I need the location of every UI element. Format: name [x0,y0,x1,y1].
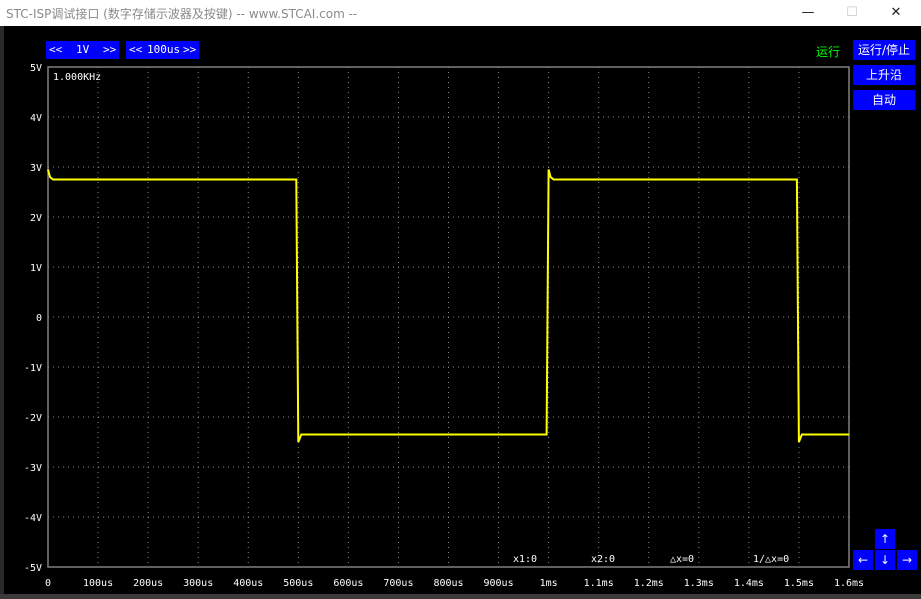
y-tick-label: 0 [36,313,42,324]
x-tick-label: 600us [333,578,363,589]
y-tick-label: -5V [24,563,42,574]
x-tick-label: 1.2ms [634,578,664,589]
inverse-delta-x-readout: 1/△x=0 [753,554,789,565]
x-tick-label: 1.1ms [584,578,614,589]
y-tick-label: 2V [30,213,42,224]
y-tick-label: 3V [30,163,42,174]
grid [48,67,849,567]
cursor-x2-readout: x2:0 [591,554,615,565]
y-axis-ticks: 5V 4V 3V 2V 1V 0 -1V -2V -3V -4V -5V [24,63,42,574]
x-axis-ticks: 0 100us 200us 300us 400us 500us 600us 700us 800u… [45,578,864,589]
x-tick-label: 1ms [540,578,558,589]
x-tick-label: 200us [133,578,163,589]
x-tick-label: 500us [283,578,313,589]
waveform-trace [47,169,849,443]
x-tick-label: 400us [233,578,263,589]
x-tick-label: 0 [45,578,51,589]
oscilloscope-display: 5V 4V 3V 2V 1V 0 -1V -2V -3V -4V -5V 0 100us 200us 30… [24,63,864,589]
x-tick-label: 1.5ms [784,578,814,589]
y-tick-label: 1V [30,263,42,274]
x-tick-label: 900us [484,578,514,589]
x-tick-label: 1.6ms [834,578,864,589]
y-tick-label: -2V [24,413,42,424]
x-tick-label: 700us [383,578,413,589]
y-tick-label: 4V [30,113,42,124]
frequency-readout: 1.000KHz [53,72,101,83]
cursor-x1-readout: x1:0 [513,554,537,565]
y-tick-label: 5V [30,63,42,74]
x-tick-label: 1.4ms [734,578,764,589]
x-tick-label: 800us [433,578,463,589]
x-tick-label: 300us [183,578,213,589]
y-tick-label: -1V [24,363,42,374]
bottom-border [0,594,921,599]
delta-x-readout: △x=0 [670,554,694,565]
x-tick-label: 100us [83,578,113,589]
x-tick-label: 1.3ms [684,578,714,589]
y-tick-label: -4V [24,513,42,524]
y-tick-label: -3V [24,463,42,474]
